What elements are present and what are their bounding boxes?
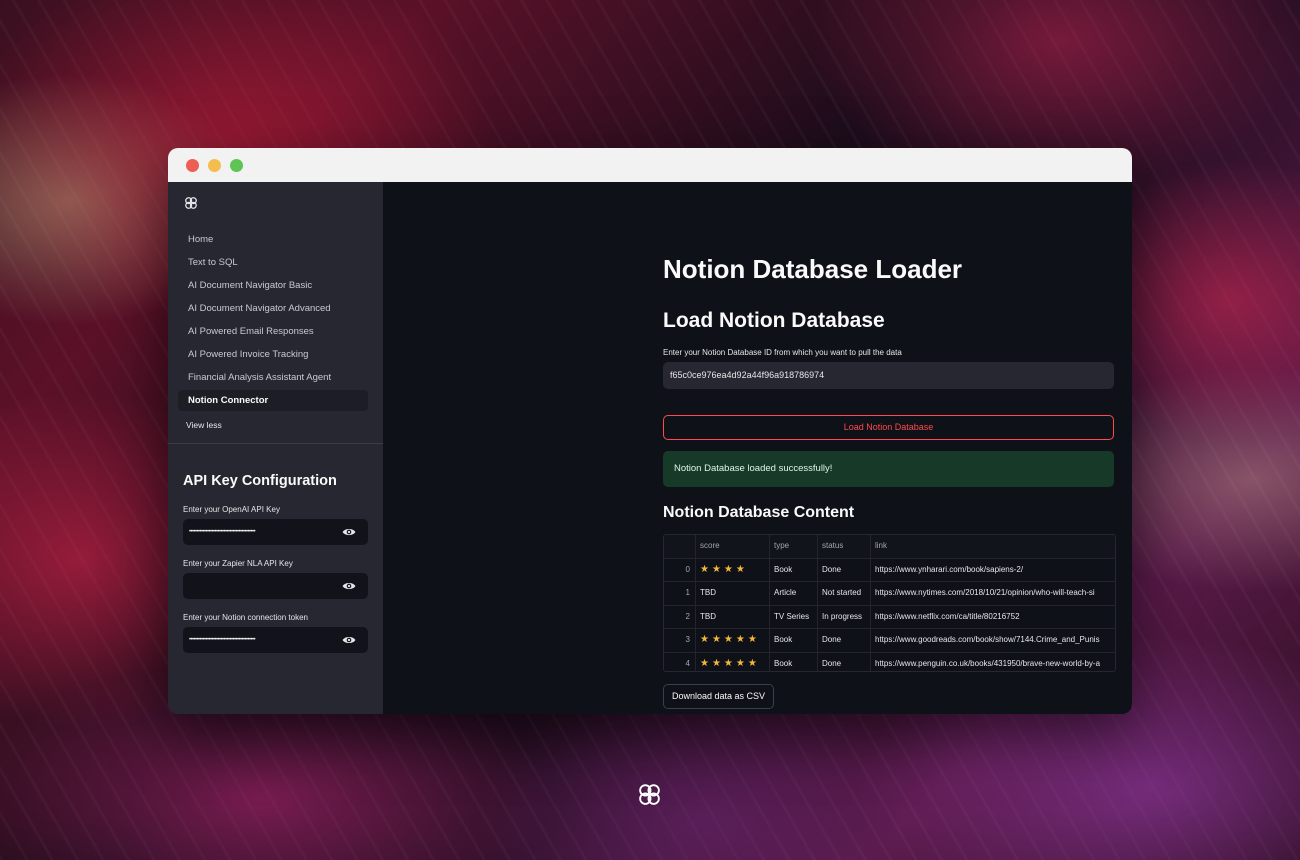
column-header-score[interactable]: score [696, 535, 770, 558]
show-password-icon[interactable] [342, 526, 356, 538]
brand-logo-icon [639, 784, 660, 805]
sidebar-item-ai-document-navigator-advanced[interactable]: AI Document Navigator Advanced [178, 298, 368, 319]
link-cell[interactable]: https://www.nytimes.com/2018/10/21/opini… [871, 582, 1115, 605]
sidebar-nav: Home Text to SQL AI Document Navigator B… [178, 229, 368, 413]
zapier-key-label: Enter your Zapier NLA API Key [183, 559, 293, 568]
success-alert: Notion Database loaded successfully! [663, 451, 1114, 487]
view-less-link[interactable]: View less [186, 420, 222, 430]
status-cell[interactable]: Done [818, 558, 871, 581]
sidebar-item-ai-document-navigator-basic[interactable]: AI Document Navigator Basic [178, 275, 368, 296]
main-content: Notion Database Loader Load Notion Datab… [383, 182, 1132, 714]
zapier-key-field[interactable] [183, 573, 368, 599]
row-index: 4 [664, 652, 696, 671]
database-id-label: Enter your Notion Database ID from which… [663, 348, 902, 357]
openai-key-value: ••••••••••••••••••••••••••••••••••••••••… [189, 529, 256, 535]
link-cell[interactable]: https://www.ynharari.com/book/sapiens-2/ [871, 559, 1115, 582]
column-header-index [664, 535, 696, 558]
table-row: 1 TBD Article Not started https://www.ny… [664, 582, 1115, 606]
database-id-input[interactable]: f65c0ce976ea4d92a44f96a918786974 [663, 362, 1114, 389]
score-cell[interactable]: ★★★★★ [696, 629, 770, 652]
table-row: 2 TBD TV Series In progress https://www.… [664, 605, 1115, 629]
section-title-load: Load Notion Database [663, 309, 885, 332]
sidebar-item-text-to-sql[interactable]: Text to SQL [178, 252, 368, 273]
page-title: Notion Database Loader [663, 254, 963, 284]
openai-key-label: Enter your OpenAI API Key [183, 505, 280, 514]
row-index: 3 [664, 629, 696, 652]
app-window: Home Text to SQL AI Document Navigator B… [168, 148, 1132, 714]
table-row: 0 ★★★★ Book Done https://www.ynharari.co… [664, 558, 1115, 582]
status-cell[interactable]: Done [818, 629, 871, 652]
column-header-type[interactable]: type [770, 535, 818, 558]
row-index: 1 [664, 582, 696, 605]
type-cell[interactable]: Book [770, 629, 818, 652]
sidebar-item-ai-powered-email-responses[interactable]: AI Powered Email Responses [178, 321, 368, 342]
minimize-window-button[interactable] [208, 158, 221, 172]
sidebar-item-ai-powered-invoice-tracking[interactable]: AI Powered Invoice Tracking [178, 344, 368, 365]
show-password-icon[interactable] [342, 634, 356, 646]
database-table[interactable]: score type status link 0 ★★★★ Book Done … [663, 534, 1116, 672]
link-cell[interactable]: https://www.netflix.com/ca/title/8021675… [871, 606, 1115, 629]
api-config-title: API Key Configuration [183, 473, 337, 489]
sidebar-item-financial-analysis-assistant-agent[interactable]: Financial Analysis Assistant Agent [178, 367, 368, 388]
type-cell[interactable]: TV Series [770, 605, 818, 628]
sidebar: Home Text to SQL AI Document Navigator B… [168, 182, 383, 714]
app-body: Home Text to SQL AI Document Navigator B… [168, 182, 1132, 714]
column-header-status[interactable]: status [818, 535, 871, 558]
table-row: 3 ★★★★★ Book Done https://www.goodreads.… [664, 629, 1115, 653]
score-cell[interactable]: ★★★★ [696, 558, 770, 581]
link-cell[interactable]: https://www.penguin.co.uk/books/431950/b… [871, 653, 1115, 672]
row-index: 0 [664, 558, 696, 581]
link-cell[interactable]: https://www.goodreads.com/book/show/7144… [871, 629, 1115, 652]
table-header-row: score type status link [664, 535, 1115, 559]
status-cell[interactable]: Not started [818, 582, 871, 605]
close-window-button[interactable] [186, 158, 199, 172]
sidebar-item-home[interactable]: Home [178, 229, 368, 250]
app-logo-icon [185, 197, 197, 209]
score-cell[interactable]: ★★★★★ [696, 652, 770, 671]
maximize-window-button[interactable] [230, 158, 243, 172]
type-cell[interactable]: Book [770, 558, 818, 581]
type-cell[interactable]: Book [770, 652, 818, 671]
score-cell[interactable]: TBD [696, 582, 770, 605]
window-titlebar [168, 148, 1132, 182]
download-csv-button[interactable]: Download data as CSV [663, 684, 774, 709]
sidebar-item-notion-connector[interactable]: Notion Connector [178, 390, 368, 411]
notion-token-field[interactable]: ••••••••••••••••••••••••••••••••••••••••… [183, 627, 368, 653]
row-index: 2 [664, 605, 696, 628]
show-password-icon[interactable] [342, 580, 356, 592]
status-cell[interactable]: In progress [818, 605, 871, 628]
sidebar-divider [168, 443, 383, 444]
table-row: 4 ★★★★★ Book Done https://www.penguin.co… [664, 652, 1115, 672]
openai-key-field[interactable]: ••••••••••••••••••••••••••••••••••••••••… [183, 519, 368, 545]
status-cell[interactable]: Done [818, 652, 871, 671]
column-header-link[interactable]: link [871, 535, 1115, 558]
type-cell[interactable]: Article [770, 582, 818, 605]
notion-token-label: Enter your Notion connection token [183, 613, 308, 622]
load-database-button[interactable]: Load Notion Database [663, 415, 1114, 440]
notion-token-value: ••••••••••••••••••••••••••••••••••••••••… [189, 637, 256, 643]
score-cell[interactable]: TBD [696, 605, 770, 628]
section-title-content: Notion Database Content [663, 504, 855, 521]
